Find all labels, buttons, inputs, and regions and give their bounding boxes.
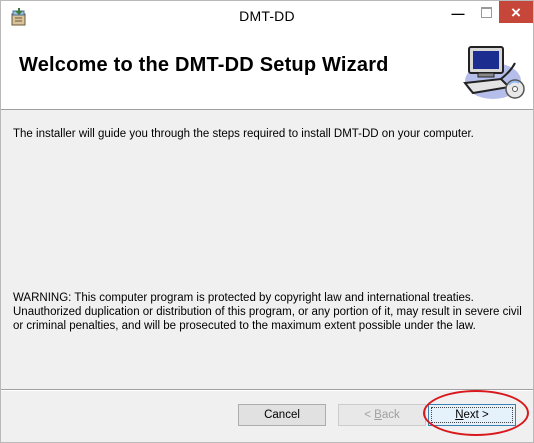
- intro-text: The installer will guide you through the…: [13, 128, 474, 140]
- back-button-label: < Back: [364, 409, 400, 421]
- maximize-button[interactable]: [473, 1, 499, 23]
- cancel-button[interactable]: Cancel: [238, 404, 326, 426]
- next-button[interactable]: Next >: [428, 404, 516, 426]
- minimize-button[interactable]: —: [445, 1, 471, 23]
- cancel-button-label: Cancel: [264, 409, 300, 421]
- page-title: Welcome to the DMT-DD Setup Wizard: [19, 54, 389, 76]
- maximize-icon: [480, 6, 492, 18]
- copyright-warning: WARNING: This computer program is protec…: [13, 292, 522, 332]
- minimize-icon: —: [451, 6, 465, 21]
- setup-wizard-window: DMT-DD — × Welcome to the DMT-DD Setup W…: [0, 0, 534, 443]
- close-icon: ×: [511, 2, 521, 22]
- back-button[interactable]: < Back: [338, 404, 426, 426]
- close-button[interactable]: ×: [499, 1, 533, 23]
- wizard-header: Welcome to the DMT-DD Setup Wizard: [1, 33, 533, 110]
- footer-divider: [1, 389, 533, 391]
- computer-setup-icon: [461, 41, 525, 103]
- title-bar[interactable]: DMT-DD — ×: [1, 1, 533, 33]
- next-button-label: Next >: [455, 409, 489, 421]
